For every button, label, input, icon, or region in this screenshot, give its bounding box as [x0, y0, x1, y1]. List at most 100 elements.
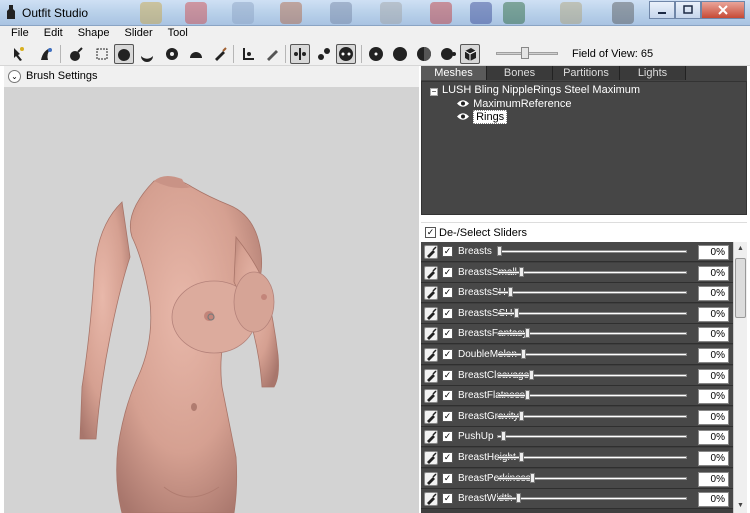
scroll-up-icon[interactable]: ▲	[734, 242, 747, 256]
mirror-button[interactable]	[290, 44, 310, 64]
slider-track[interactable]	[497, 373, 687, 377]
anchor-tool-button[interactable]	[238, 44, 258, 64]
tree-node-maximumreference[interactable]: MaximumReference	[456, 98, 571, 110]
slider-brush-button[interactable]	[424, 306, 438, 321]
shading-point-button[interactable]	[366, 44, 386, 64]
x-mirror-button[interactable]	[336, 44, 356, 64]
slider-brush-button[interactable]	[424, 409, 438, 424]
brush-settings-bar[interactable]: ⌄ Brush Settings	[4, 66, 419, 87]
slider-thumb[interactable]	[515, 493, 521, 504]
slider-track[interactable]	[497, 270, 687, 274]
slider-value-field[interactable]: 0%	[698, 286, 729, 302]
shading-smooth-button[interactable]	[438, 44, 458, 64]
slider-checkbox[interactable]: ✓	[442, 493, 453, 505]
scroll-down-icon[interactable]: ▼	[734, 499, 747, 513]
slider-thumb[interactable]	[528, 369, 534, 380]
scrollbar-thumb[interactable]	[735, 258, 746, 318]
shading-solid-button[interactable]	[390, 44, 410, 64]
slider-brush-button[interactable]	[424, 286, 438, 301]
slider-thumb[interactable]	[521, 349, 527, 359]
slider-track[interactable]	[497, 414, 687, 418]
connected-button[interactable]	[314, 44, 334, 64]
slider-brush-button[interactable]	[424, 492, 438, 507]
slider-track[interactable]	[497, 291, 687, 295]
menu-file[interactable]: File	[0, 26, 34, 42]
fov-slider-thumb[interactable]	[520, 47, 529, 59]
slider-thumb[interactable]	[508, 287, 514, 298]
slider-value-field[interactable]: 0%	[698, 389, 729, 405]
texture-toggle-button[interactable]	[460, 44, 480, 64]
slider-checkbox[interactable]: ✓	[442, 246, 453, 257]
slider-value-field[interactable]: 0%	[698, 451, 729, 466]
slider-thumb[interactable]	[519, 266, 525, 277]
slider-track[interactable]	[497, 435, 687, 439]
move-brush-button[interactable]	[137, 44, 157, 64]
slider-track[interactable]	[497, 456, 687, 459]
maximize-button[interactable]	[675, 1, 701, 19]
slider-thumb[interactable]	[524, 328, 530, 339]
slider-thumb[interactable]	[524, 390, 530, 401]
slider-brush-button[interactable]	[424, 348, 438, 362]
menu-tool[interactable]: Tool	[158, 26, 193, 42]
eye-icon[interactable]	[456, 112, 470, 121]
slider-brush-button[interactable]	[424, 368, 438, 383]
transform-tool-button[interactable]	[36, 44, 56, 64]
slider-value-field[interactable]: 0%	[698, 306, 729, 322]
slider-checkbox[interactable]: ✓	[442, 390, 453, 402]
slider-value-field[interactable]: 0%	[698, 409, 729, 425]
tab-bones[interactable]: Bones	[487, 66, 553, 80]
slider-brush-button[interactable]	[424, 327, 438, 342]
slider-thumb[interactable]	[497, 246, 502, 256]
smooth-brush-button[interactable]	[162, 44, 182, 64]
select-all-sliders-checkbox[interactable]: ✓	[425, 227, 436, 238]
slider-checkbox[interactable]: ✓	[442, 349, 453, 360]
slider-brush-button[interactable]	[424, 245, 438, 259]
slider-value-field[interactable]: 0%	[698, 327, 729, 343]
slider-checkbox[interactable]: ✓	[442, 307, 453, 319]
collapse-icon[interactable]: −	[430, 88, 438, 96]
slider-brush-button[interactable]	[424, 451, 438, 465]
slider-thumb[interactable]	[519, 452, 525, 462]
slider-thumb[interactable]	[513, 307, 519, 318]
chevron-down-icon[interactable]: ⌄	[8, 70, 21, 83]
deflate-brush-button[interactable]	[114, 44, 134, 64]
slider-checkbox[interactable]: ✓	[442, 452, 453, 463]
3d-viewport[interactable]	[4, 87, 419, 513]
slider-value-field[interactable]: 0%	[698, 492, 729, 508]
slider-brush-button[interactable]	[424, 265, 438, 280]
menu-slider[interactable]: Slider	[115, 26, 158, 42]
slider-checkbox[interactable]: ✓	[442, 266, 453, 278]
slider-checkbox[interactable]: ✓	[442, 287, 453, 299]
select-tool-button[interactable]	[8, 44, 28, 64]
slider-brush-button[interactable]	[424, 471, 438, 486]
slider-checkbox[interactable]: ✓	[442, 328, 453, 340]
close-button[interactable]	[701, 1, 745, 19]
slider-thumb[interactable]	[500, 431, 506, 442]
eye-icon[interactable]	[456, 99, 470, 108]
slider-checkbox[interactable]: ✓	[442, 472, 453, 484]
pen-tool-button[interactable]	[262, 44, 282, 64]
slider-checkbox[interactable]: ✓	[442, 410, 453, 422]
slider-value-field[interactable]: 0%	[698, 368, 729, 384]
shading-half-button[interactable]	[414, 44, 434, 64]
slider-value-field[interactable]: 0%	[698, 348, 729, 363]
menu-shape[interactable]: Shape	[68, 26, 115, 42]
slider-checkbox[interactable]: ✓	[442, 369, 453, 381]
slider-value-field[interactable]: 0%	[698, 245, 729, 260]
menu-edit[interactable]: Edit	[34, 26, 68, 42]
slider-value-field[interactable]: 0%	[698, 265, 729, 281]
tree-node-rings[interactable]: Rings	[456, 110, 508, 124]
slider-track[interactable]	[497, 497, 687, 501]
slider-checkbox[interactable]: ✓	[442, 431, 453, 443]
slider-track[interactable]	[497, 476, 687, 480]
slider-value-field[interactable]: 0%	[698, 430, 729, 446]
slider-thumb[interactable]	[530, 472, 536, 483]
slider-value-field[interactable]: 0%	[698, 471, 729, 487]
weight-brush-button[interactable]	[210, 44, 230, 64]
tab-meshes[interactable]: Meshes	[421, 66, 487, 80]
slider-thumb[interactable]	[519, 410, 525, 421]
tree-root[interactable]: LUSH Bling NippleRings Steel Maximum	[442, 84, 640, 96]
undiff-brush-button[interactable]	[186, 44, 206, 64]
slider-brush-button[interactable]	[424, 430, 438, 445]
inflate-brush-button[interactable]	[92, 44, 112, 64]
